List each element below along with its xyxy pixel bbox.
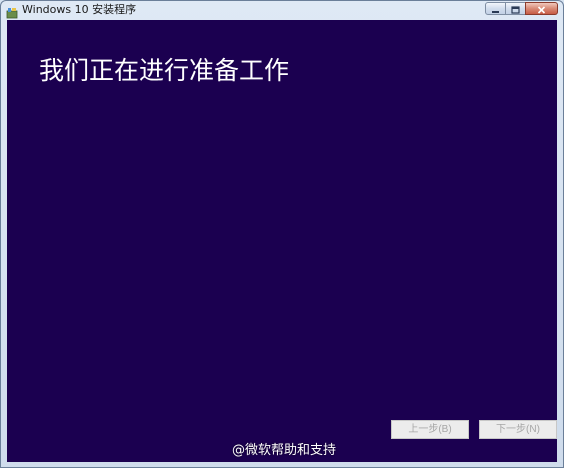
maximize-icon [511, 0, 520, 18]
back-button[interactable]: 上一步(B) [391, 420, 469, 439]
window-controls [485, 2, 558, 15]
setup-app-icon [6, 4, 18, 19]
setup-window: Windows 10 安装程序 我们正在进行准备工作 上一步(B) 下一步(N) [0, 0, 564, 468]
setup-content-panel: 我们正在进行准备工作 上一步(B) 下一步(N) [7, 20, 557, 462]
page-title: 我们正在进行准备工作 [39, 56, 290, 85]
title-bar[interactable]: Windows 10 安装程序 [1, 1, 563, 19]
maximize-button[interactable] [505, 2, 526, 15]
close-button[interactable] [525, 2, 558, 15]
minimize-icon [491, 0, 500, 18]
close-icon [537, 0, 546, 18]
minimize-button[interactable] [485, 2, 506, 15]
next-button[interactable]: 下一步(N) [479, 420, 557, 439]
watermark-text: @微软帮助和支持 [232, 443, 337, 458]
window-title: Windows 10 安装程序 [22, 3, 137, 16]
